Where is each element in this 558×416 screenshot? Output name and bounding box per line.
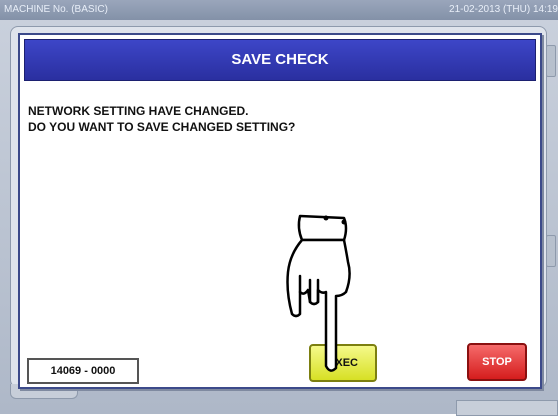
status-bar: MACHINE No. (BASIC) 21-02-2013 (THU) 14:… [0, 0, 558, 20]
machine-label: MACHINE No. (BASIC) [4, 4, 108, 15]
scroll-handle-top[interactable] [546, 45, 556, 77]
scroll-handle-middle[interactable] [546, 235, 556, 267]
message-code: 14069 - 0000 [27, 358, 139, 384]
dialog-title: SAVE CHECK [24, 39, 536, 81]
stop-button[interactable]: STOP [467, 343, 527, 381]
message-line-2: DO YOU WANT TO SAVE CHANGED SETTING? [28, 120, 296, 134]
message-line-1: NETWORK SETTING HAVE CHANGED. [28, 104, 249, 118]
datetime-label: 21-02-2013 (THU) 14:19 [449, 4, 558, 15]
dialog-message: NETWORK SETTING HAVE CHANGED. DO YOU WAN… [28, 103, 295, 135]
pointing-hand-icon [286, 214, 351, 372]
